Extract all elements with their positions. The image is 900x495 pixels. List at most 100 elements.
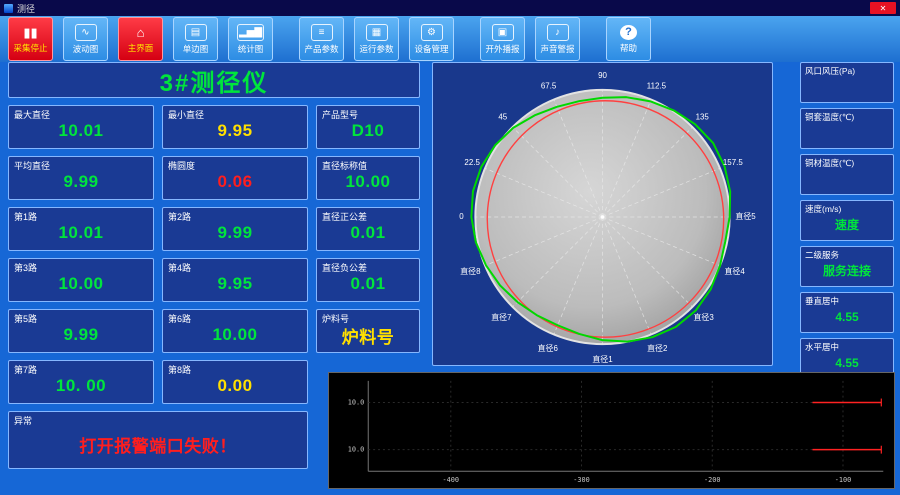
svg-text:45: 45 (498, 112, 507, 121)
toolbar-button-label: 产品参数 (304, 43, 339, 54)
toolbar-button-label: 运行参数 (359, 43, 394, 54)
field-label: 炉料号 (322, 314, 350, 324)
status-vertical-center: 垂直居中 4.55 (800, 292, 894, 333)
svg-text:直径8: 直径8 (460, 266, 481, 276)
product-params-icon: ≡ (310, 23, 333, 41)
toolbar-button-statistics-chart[interactable]: ▂▅▇ 统计图 (228, 17, 273, 61)
svg-text:90: 90 (598, 71, 607, 80)
field-product-model: 产品型号 D10 (316, 105, 420, 149)
polar-chart-panel: 0 22.5 45 67.5 90 112.5 135 157.5 直径1 直径2 直径3 直径4 直径… (432, 62, 773, 366)
svg-text:直径7: 直径7 (491, 312, 512, 322)
field-label: 最大直径 (14, 110, 51, 120)
toolbar-button-external-broadcast[interactable]: ▣ 开外播报 (480, 17, 525, 61)
svg-text:直径2: 直径2 (647, 343, 668, 353)
toolbar-button-label: 单边图 (182, 43, 209, 54)
svg-text:10.0: 10.0 (348, 398, 365, 406)
field-label: 第5路 (14, 314, 38, 324)
field-label: 第6路 (168, 314, 192, 324)
waveform-icon: ∿ (74, 23, 97, 41)
svg-text:135: 135 (696, 112, 710, 121)
status-sleeve-temperature: 铜套温度(℃) (800, 108, 894, 149)
field-diameter-neg-tolerance: 直径负公差 0.01 (316, 258, 420, 302)
field-path-8: 第8路 0.00 (162, 360, 308, 404)
field-label: 第1路 (14, 212, 38, 222)
toolbar: ▮▮ 采集停止 ∿ 波动图 ⌂ 主界面 ▤ 单边图 ▂▅▇ 统计图 ≡ 产品参数 ▦ 运行参数 ⚙ 设备管理 ▣… (0, 16, 900, 62)
field-path-2: 第2路 9.99 (162, 207, 308, 251)
sound-alarm-icon: ♪ (546, 23, 569, 41)
field-label: 第4路 (168, 263, 192, 273)
field-label: 直径负公差 (322, 263, 368, 273)
field-batch-number: 炉料号 炉料号 (316, 309, 420, 353)
field-label: 平均直径 (14, 161, 51, 171)
field-label: 第2路 (168, 212, 192, 222)
field-label: 第8路 (168, 365, 192, 375)
help-icon: ? (620, 24, 637, 40)
svg-text:直径4: 直径4 (724, 266, 745, 276)
field-path-7: 第7路 10. 00 (8, 360, 154, 404)
svg-text:-400: -400 (443, 476, 460, 484)
window-title: 测径 (17, 3, 36, 14)
gauge-title: 3#测径仪 (8, 62, 420, 98)
bar-chart-icon: ▂▅▇ (236, 23, 265, 41)
field-path-5: 第5路 9.99 (8, 309, 154, 353)
status-l2-service: 二级服务 服务连接 (800, 246, 894, 287)
field-path-6: 第6路 10.00 (162, 309, 308, 353)
field-label: 第3路 (14, 263, 38, 273)
toolbar-button-help[interactable]: ? 帮助 (606, 17, 651, 61)
toolbar-button-label: 采集停止 (13, 42, 48, 53)
broadcast-icon: ▣ (491, 23, 514, 41)
status-label: 水平居中 (805, 342, 840, 352)
toolbar-button-product-params[interactable]: ≡ 产品参数 (299, 17, 344, 61)
toolbar-button-stop-acquisition[interactable]: ▮▮ 采集停止 (8, 17, 53, 61)
field-ovality: 椭圆度 0.06 (162, 156, 308, 200)
stop-bars-icon: ▮▮ (23, 24, 38, 40)
field-diameter-pos-tolerance: 直径正公差 0.01 (316, 207, 420, 251)
alarm-label: 异常 (14, 416, 33, 426)
svg-text:10.0: 10.0 (348, 446, 365, 454)
field-path-3: 第3路 10.00 (8, 258, 154, 302)
field-label: 最小直径 (168, 110, 205, 120)
svg-text:直径5: 直径5 (735, 211, 756, 221)
toolbar-button-label: 帮助 (619, 42, 637, 53)
field-label: 产品型号 (322, 110, 359, 120)
field-min-diameter: 最小直径 9.95 (162, 105, 308, 149)
field-label: 直径标称值 (322, 161, 368, 171)
toolbar-button-main-screen[interactable]: ⌂ 主界面 (118, 17, 163, 61)
toolbar-button-device-management[interactable]: ⚙ 设备管理 (409, 17, 454, 61)
polar-chart: 0 22.5 45 67.5 90 112.5 135 157.5 直径1 直径2 直径3 直径4 直径… (459, 71, 756, 364)
svg-text:-200: -200 (704, 476, 721, 484)
trend-chart-panel: 10.0 10.0 -400 -300 -200 -100 (328, 372, 895, 489)
panels-icon: ▤ (184, 23, 207, 41)
status-label: 铜材温度(℃) (805, 158, 855, 168)
toolbar-button-label: 声音警报 (540, 43, 575, 54)
svg-text:-300: -300 (573, 476, 590, 484)
gauge-title-text: 3#测径仪 (159, 69, 269, 97)
toolbar-button-single-side-chart[interactable]: ▤ 单边图 (173, 17, 218, 61)
toolbar-button-label: 开外播报 (485, 43, 520, 54)
app-window: 测径 ✕ ▮▮ 采集停止 ∿ 波动图 ⌂ 主界面 ▤ 单边图 ▂▅▇ 统计图 ≡ 产品参数 ▦ 运行参数 ⚙… (0, 0, 900, 495)
status-label: 铜套温度(℃) (805, 112, 855, 122)
svg-text:22.5: 22.5 (464, 158, 480, 167)
status-air-pressure: 风口风压(Pa) (800, 62, 894, 103)
svg-text:0: 0 (459, 212, 464, 221)
status-label: 二级服务 (805, 250, 840, 260)
toolbar-button-label: 设备管理 (414, 43, 449, 54)
svg-text:直径6: 直径6 (538, 343, 559, 353)
toolbar-button-sound-alarm[interactable]: ♪ 声音警报 (535, 17, 580, 61)
field-path-1: 第1路 10.01 (8, 207, 154, 251)
app-icon (4, 3, 13, 13)
toolbar-button-label: 主界面 (127, 42, 154, 53)
field-max-diameter: 最大直径 10.01 (8, 105, 154, 149)
status-label: 速度(m/s) (805, 204, 842, 214)
toolbar-button-run-params[interactable]: ▦ 运行参数 (354, 17, 399, 61)
svg-text:直径3: 直径3 (693, 312, 714, 322)
close-button[interactable]: ✕ (870, 2, 896, 14)
field-path-4: 第4路 9.95 (162, 258, 308, 302)
status-label: 风口风压(Pa) (805, 66, 856, 76)
toolbar-button-label: 统计图 (237, 43, 264, 54)
toolbar-button-wave-chart[interactable]: ∿ 波动图 (63, 17, 108, 61)
svg-text:157.5: 157.5 (723, 158, 743, 167)
status-panel: 风口风压(Pa) 铜套温度(℃) 铜材温度(℃) 速度(m/s) 速度 二级服务 服务连接垂… (800, 62, 894, 384)
svg-text:112.5: 112.5 (647, 82, 667, 91)
svg-text:直径1: 直径1 (592, 354, 613, 364)
